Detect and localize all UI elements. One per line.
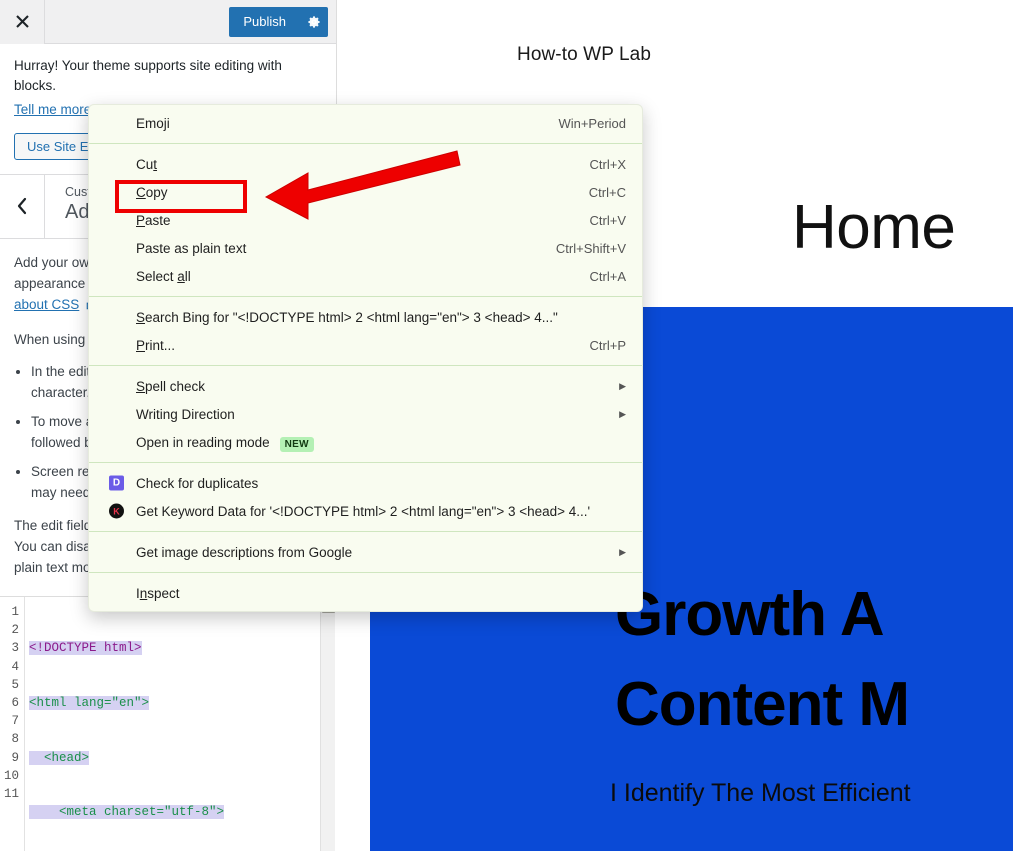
hero-heading-line2: Content M [615, 669, 910, 739]
menu-item-shortcut: Ctrl+X [589, 156, 626, 172]
line-number: 2 [11, 623, 19, 638]
menu-item-shortcut: Ctrl+C [588, 184, 626, 200]
menu-item-get-image-descriptions-from-google[interactable]: Get image descriptions from Google ▶ [89, 538, 642, 566]
line-number: 8 [11, 732, 19, 747]
browser-context-menu[interactable]: Emoji Win+Period Cut Ctrl+X Copy Ctrl+C Paste C… [88, 104, 643, 612]
menu-item-label: Cut [136, 156, 158, 172]
publish-group: Publish [229, 6, 328, 37]
menu-item-label: Paste as plain text [136, 240, 247, 256]
menu-item-spell-check[interactable]: Spell check ▶ [89, 372, 642, 400]
menu-item-select-all[interactable]: Select all Ctrl+A [89, 262, 642, 290]
menu-item-emoji[interactable]: Emoji Win+Period [89, 109, 642, 137]
menu-item-label: Print... [136, 337, 176, 353]
menu-item-label: Get image descriptions from Google [136, 544, 353, 560]
notice-message: Hurray! Your theme supports site editing… [14, 58, 282, 94]
menu-item-label: Search Bing for "<!DOCTYPE html> 2 <html… [136, 309, 558, 325]
menu-item-label: Paste [136, 212, 171, 228]
menu-separator [89, 531, 642, 532]
menu-item-inspect[interactable]: Inspect [89, 579, 642, 607]
menu-item-cut[interactable]: Cut Ctrl+X [89, 150, 642, 178]
menu-separator [89, 143, 642, 144]
menu-item-label: Select all [136, 268, 191, 284]
submenu-chevron-right-icon: ▶ [619, 408, 626, 419]
menu-item-print[interactable]: Print... Ctrl+P [89, 331, 642, 359]
menu-separator [89, 462, 642, 463]
line-number: 10 [3, 768, 19, 783]
line-number: 1 [11, 605, 19, 619]
new-badge: NEW [279, 436, 314, 452]
menu-item-label: Get Keyword Data for '<!DOCTYPE html> 2 … [136, 503, 591, 519]
menu-item-label: Open in reading mode NEW [136, 435, 626, 452]
code-editor-inner: 1 2 3 4 5 6 7 8 9 10 11 <!DOCTYPE html> … [0, 597, 337, 851]
css-code-editor[interactable]: 1 2 3 4 5 6 7 8 9 10 11 <!DOCTYPE html> … [0, 596, 337, 851]
keywords-everywhere-k-icon: K [109, 503, 124, 519]
code-line: <!DOCTYPE html> [29, 639, 337, 657]
notice-text: Hurray! Your theme supports site editing… [14, 56, 322, 97]
menu-item-check-for-duplicates[interactable]: D Check for duplicates [89, 469, 642, 497]
menu-item-open-in-reading-mode[interactable]: Open in reading mode NEW [89, 428, 642, 456]
code-line: <head> [29, 749, 337, 767]
code-line: <meta charset="utf-8"> [29, 803, 337, 821]
code-line-numbers: 1 2 3 4 5 6 7 8 9 10 11 [0, 597, 24, 851]
menu-item-copy[interactable]: Copy Ctrl+C [89, 178, 642, 206]
site-title: How-to WP Lab [517, 44, 652, 65]
menu-separator [89, 365, 642, 366]
menu-item-get-keyword-data-for-doctype-html-2-ht[interactable]: K Get Keyword Data for '<!DOCTYPE html> 2… [89, 497, 642, 525]
tell-me-more-link[interactable]: Tell me more [14, 102, 91, 117]
close-customizer-button[interactable] [0, 0, 45, 44]
menu-item-shortcut: Ctrl+V [589, 212, 626, 228]
code-line-text: <!DOCTYPE html> [29, 641, 142, 656]
menu-item-shortcut: Ctrl+Shift+V [555, 240, 626, 256]
code-line-text: <html lang="en"> [29, 696, 150, 710]
menu-separator [89, 296, 642, 297]
menu-item-label: Inspect [136, 585, 180, 601]
line-number: 9 [11, 750, 19, 765]
menu-item-shortcut: Ctrl+A [589, 268, 626, 284]
line-number: 3 [11, 641, 19, 656]
submenu-chevron-right-icon: ▶ [619, 546, 626, 557]
menu-item-search-bing-for-doctype-html-2-html-la[interactable]: Search Bing for "<!DOCTYPE html> 2 <html… [89, 303, 642, 331]
menu-item-shortcut: Win+Period [558, 115, 626, 131]
page-heading-home: Home [792, 193, 956, 262]
submenu-chevron-right-icon: ▶ [619, 380, 626, 391]
publish-button[interactable]: Publish [229, 6, 298, 37]
code-editor-text[interactable]: <!DOCTYPE html> <html lang="en"> <head> … [24, 597, 337, 851]
back-button[interactable] [0, 174, 45, 238]
gear-icon [307, 15, 320, 28]
code-line-text: <head> [29, 750, 90, 765]
line-number: 11 [3, 786, 19, 801]
code-line: <html lang="en"> [29, 694, 337, 712]
menu-item-writing-direction[interactable]: Writing Direction ▶ [89, 400, 642, 428]
customizer-header: Publish [0, 0, 336, 44]
code-editor-scrollbar[interactable] [320, 597, 335, 851]
menu-item-label: Writing Direction [136, 406, 235, 422]
menu-item-shortcut: Ctrl+P [589, 337, 626, 353]
duplichecker-d-icon: D [109, 475, 124, 491]
hero-heading-line1: Growth A [615, 580, 885, 649]
menu-item-label: Emoji [136, 115, 170, 131]
menu-separator [89, 572, 642, 573]
close-x-icon [15, 15, 29, 28]
line-number: 5 [11, 677, 19, 692]
code-line-text: <meta charset="utf-8"> [29, 805, 225, 820]
menu-item-label: Spell check [136, 378, 206, 394]
learn-about-css-link[interactable]: about CSS [14, 297, 79, 312]
menu-item-label: Check for duplicates [136, 475, 259, 491]
screenshot-root: How-to WP Lab Home Growth A Content M I … [0, 0, 1013, 851]
line-number: 6 [11, 695, 19, 710]
publish-settings-button[interactable] [298, 6, 328, 37]
chevron-left-icon [17, 198, 27, 215]
line-number: 7 [11, 714, 19, 729]
menu-item-label: Copy [136, 184, 168, 200]
hero-heading: Growth A Content M [615, 570, 910, 750]
line-number: 4 [11, 659, 19, 674]
hero-subtitle: I Identify The Most Efficient [610, 779, 911, 807]
menu-item-paste-as-plain-text[interactable]: Paste as plain text Ctrl+Shift+V [89, 234, 642, 262]
menu-item-paste[interactable]: Paste Ctrl+V [89, 206, 642, 234]
